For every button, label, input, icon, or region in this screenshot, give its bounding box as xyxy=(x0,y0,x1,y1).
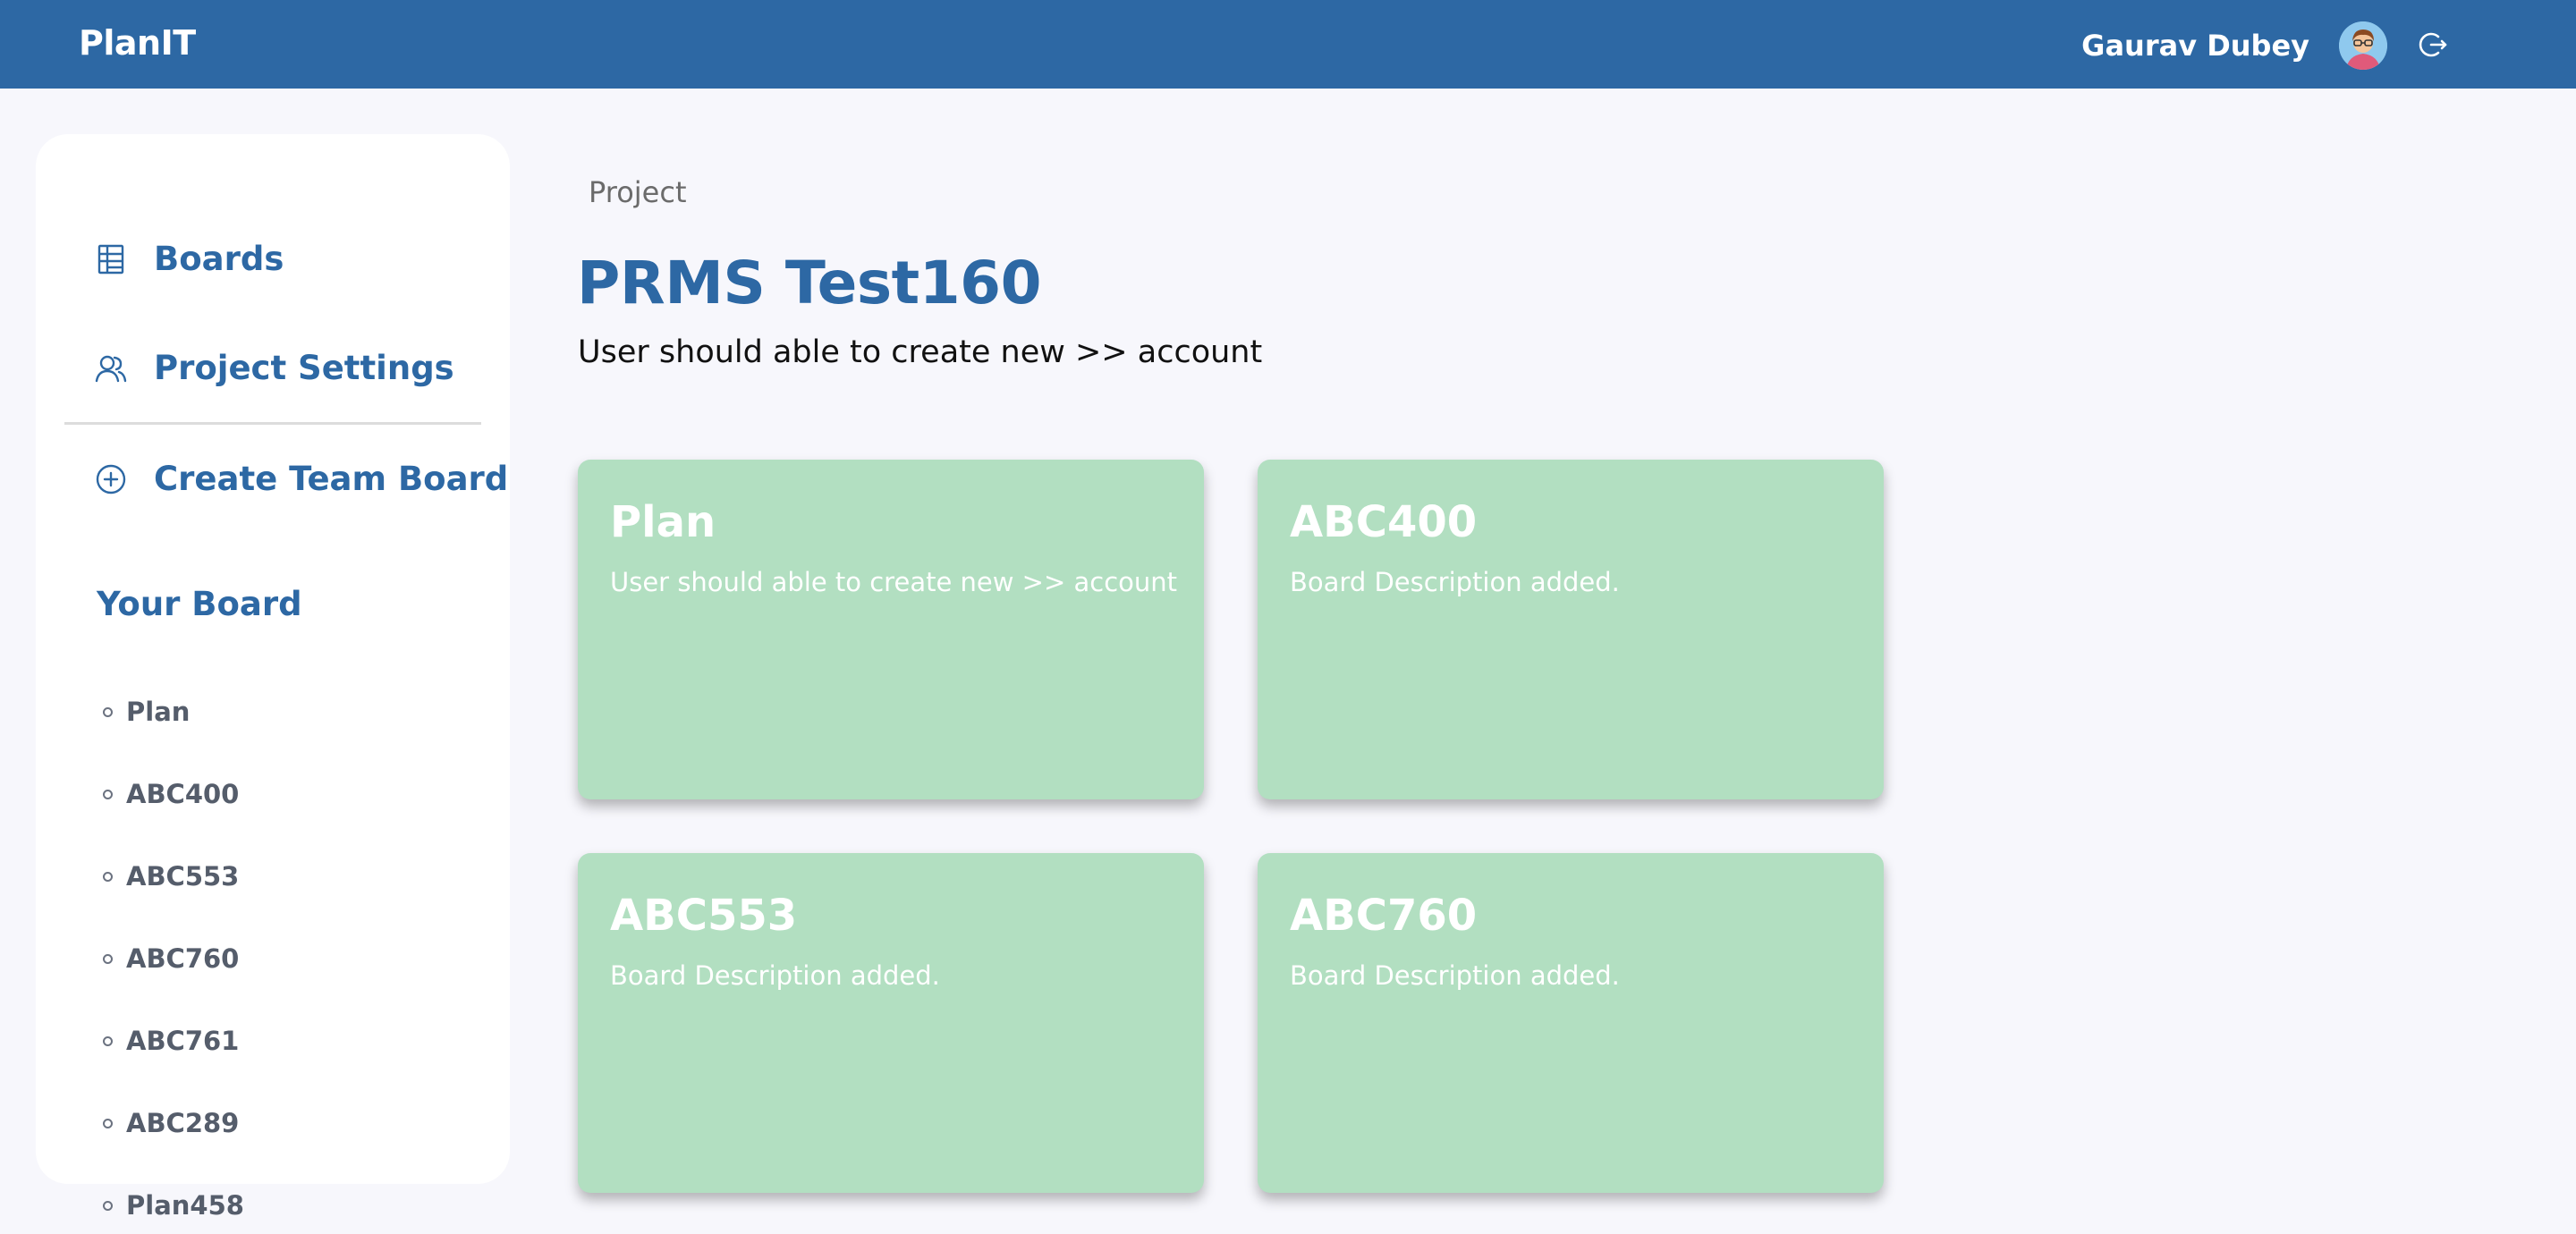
board-card[interactable]: ABC400 Board Description added. xyxy=(1258,460,1884,799)
your-board-heading: Your Board xyxy=(97,585,302,623)
bullet-icon xyxy=(103,789,113,799)
bullet-icon xyxy=(103,871,113,882)
sidebar-board-link[interactable]: ABC289 xyxy=(103,1108,239,1138)
bullet-icon xyxy=(103,953,113,964)
board-card-title: ABC760 xyxy=(1290,891,1478,941)
board-card-description: Board Description added. xyxy=(1290,567,1620,597)
board-card-title: Plan xyxy=(610,497,716,547)
bullet-icon xyxy=(103,1118,113,1128)
user-avatar[interactable] xyxy=(2339,21,2387,70)
sidebar-board-link[interactable]: ABC761 xyxy=(103,1026,239,1056)
board-card-title: ABC400 xyxy=(1290,497,1478,547)
users-icon xyxy=(95,355,127,382)
top-navbar: PlanIT Gaurav Dubey xyxy=(0,0,2576,89)
logout-icon[interactable] xyxy=(2417,29,2449,61)
page-description: User should able to create new >> accoun… xyxy=(578,334,1263,370)
bullet-icon xyxy=(103,1200,113,1211)
board-card-description: Board Description added. xyxy=(610,960,940,991)
boards-grid-icon xyxy=(97,244,124,274)
sidebar-item-boards[interactable]: Boards xyxy=(95,240,284,278)
create-team-board-button[interactable]: Create Team Board xyxy=(95,460,508,498)
app-logo[interactable]: PlanIT xyxy=(79,23,196,63)
sidebar-item-project-settings[interactable]: Project Settings xyxy=(95,349,454,387)
bullet-icon xyxy=(103,706,113,717)
user-name: Gaurav Dubey xyxy=(2081,29,2309,63)
breadcrumb[interactable]: Project xyxy=(589,175,686,209)
board-card[interactable]: Plan User should able to create new >> a… xyxy=(578,460,1204,799)
sidebar-board-link[interactable]: Plan xyxy=(103,697,190,727)
page-title: PRMS Test160 xyxy=(577,249,1042,317)
board-card-description: Board Description added. xyxy=(1290,960,1620,991)
board-card[interactable]: ABC553 Board Description added. xyxy=(578,853,1204,1193)
sidebar-divider xyxy=(64,422,481,425)
board-card-title: ABC553 xyxy=(610,891,798,941)
sidebar-item-label: Project Settings xyxy=(154,349,454,387)
bullet-icon xyxy=(103,1035,113,1046)
board-card-description: User should able to create new >> accoun… xyxy=(610,567,1178,597)
board-card[interactable]: ABC760 Board Description added. xyxy=(1258,853,1884,1193)
sidebar-board-link[interactable]: ABC760 xyxy=(103,943,239,974)
sidebar-item-label: Create Team Board xyxy=(154,460,509,498)
sidebar-board-link[interactable]: Plan458 xyxy=(103,1190,244,1221)
sidebar-item-label: Boards xyxy=(154,240,284,278)
sidebar-board-link[interactable]: ABC553 xyxy=(103,861,239,892)
plus-circle-icon xyxy=(96,464,126,494)
sidebar-board-link[interactable]: ABC400 xyxy=(103,779,239,809)
sidebar: Boards Project Settings Create Team Boar… xyxy=(36,134,510,1221)
